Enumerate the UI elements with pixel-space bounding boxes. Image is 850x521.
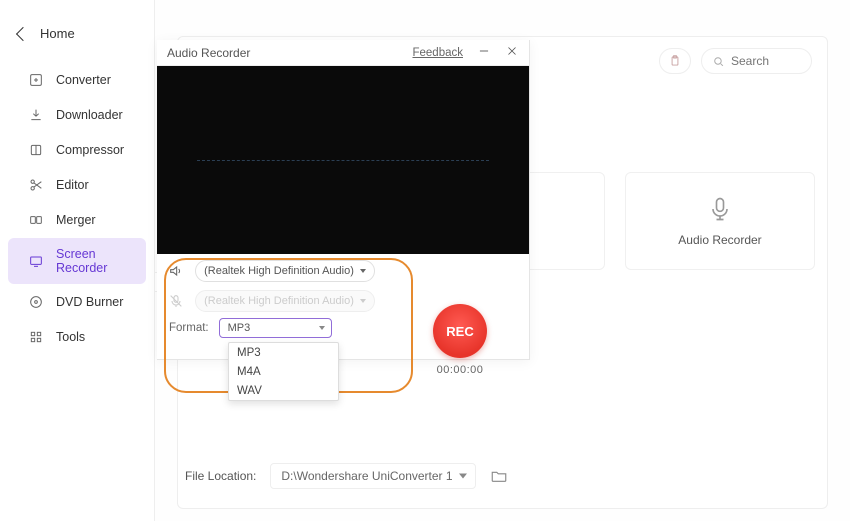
feedback-link[interactable]: Feedback [412,47,463,59]
format-dropdown-list: MP3 M4A WAV [228,342,339,401]
file-location-label: File Location: [185,469,256,483]
dialog-title: Audio Recorder [167,46,250,60]
converter-icon [28,72,44,88]
audio-recorder-dialog: Audio Recorder Feedback (Realtek High De… [157,40,530,360]
chevron-down-icon [360,269,366,273]
close-icon [505,44,519,58]
record-timer: 00:00:00 [437,364,484,376]
record-button-label: REC [446,324,473,339]
grid-icon [28,329,44,345]
compress-icon [28,142,44,158]
merge-icon [28,212,44,228]
mic-device-select[interactable]: (Realtek High Definition Audio) [195,290,375,312]
minimize-icon [477,44,491,58]
sidebar-item-dvd-burner[interactable]: DVD Burner [8,285,146,319]
format-option-wav[interactable]: WAV [229,381,338,400]
mic-toggle[interactable] [167,292,185,310]
microphone-icon [706,195,734,223]
microphone-off-icon [168,293,184,309]
scissors-icon [28,177,44,193]
sidebar-item-label: Tools [56,330,85,344]
home-label: Home [40,26,75,41]
toolbar-row [659,48,812,74]
home-button[interactable]: Home [0,14,154,53]
search-box[interactable] [701,48,812,74]
sidebar-item-downloader[interactable]: Downloader [8,98,146,132]
format-option-mp3[interactable]: MP3 [229,343,338,362]
format-label: Format: [169,322,209,334]
file-location-row: File Location: D:\Wondershare UniConvert… [185,463,508,489]
search-input[interactable] [731,54,801,68]
screen-record-icon [28,253,44,269]
sidebar-item-compressor[interactable]: Compressor [8,133,146,167]
download-icon [28,107,44,123]
card-label: Audio Recorder [678,233,761,247]
sidebar-item-screen-recorder[interactable]: Screen Recorder [8,238,146,284]
sidebar-item-converter[interactable]: Converter [8,63,146,97]
chevron-down-icon [319,326,325,330]
sidebar: Home Converter Downloader Compressor Edi… [0,0,155,521]
file-location-select[interactable]: D:\Wondershare UniConverter 1 [270,463,475,489]
speaker-toggle[interactable] [167,262,185,280]
waveform-line [197,160,489,161]
record-button[interactable]: REC [433,304,487,358]
sidebar-item-label: Converter [56,73,111,87]
record-section: REC 00:00:00 [433,304,487,376]
disc-icon [28,294,44,310]
speaker-device-select[interactable]: (Realtek High Definition Audio) [195,260,375,282]
speaker-row: (Realtek High Definition Audio) [165,258,521,284]
sidebar-item-label: DVD Burner [56,295,123,309]
sidebar-item-label: Editor [56,178,89,192]
sidebar-item-label: Downloader [56,108,123,122]
chevron-down-icon [360,299,366,303]
sidebar-item-merger[interactable]: Merger [8,203,146,237]
open-folder-button[interactable] [490,467,508,485]
dialog-close-button[interactable] [505,44,519,61]
folder-icon [490,467,508,485]
dialog-preview [157,66,529,254]
sidebar-item-editor[interactable]: Editor [8,168,146,202]
search-icon [712,55,725,68]
dialog-titlebar: Audio Recorder Feedback [157,40,529,66]
chevron-left-icon [16,26,30,40]
sidebar-item-label: Compressor [56,143,124,157]
sidebar-item-label: Merger [56,213,96,227]
sidebar-item-tools[interactable]: Tools [8,320,146,354]
speaker-device-value: (Realtek High Definition Audio) [204,265,354,277]
recorder-card-audio[interactable]: Audio Recorder [625,172,815,270]
sidebar-item-label: Screen Recorder [56,247,132,275]
format-selected-value: MP3 [228,322,251,334]
clipboard-button[interactable] [659,48,691,74]
format-option-m4a[interactable]: M4A [229,362,338,381]
file-location-value: D:\Wondershare UniConverter 1 [281,469,452,483]
format-select[interactable]: MP3 [219,318,332,338]
speaker-icon [168,263,184,279]
clipboard-icon [668,54,682,68]
mic-device-value: (Realtek High Definition Audio) [204,295,354,307]
dialog-minimize-button[interactable] [477,44,491,61]
